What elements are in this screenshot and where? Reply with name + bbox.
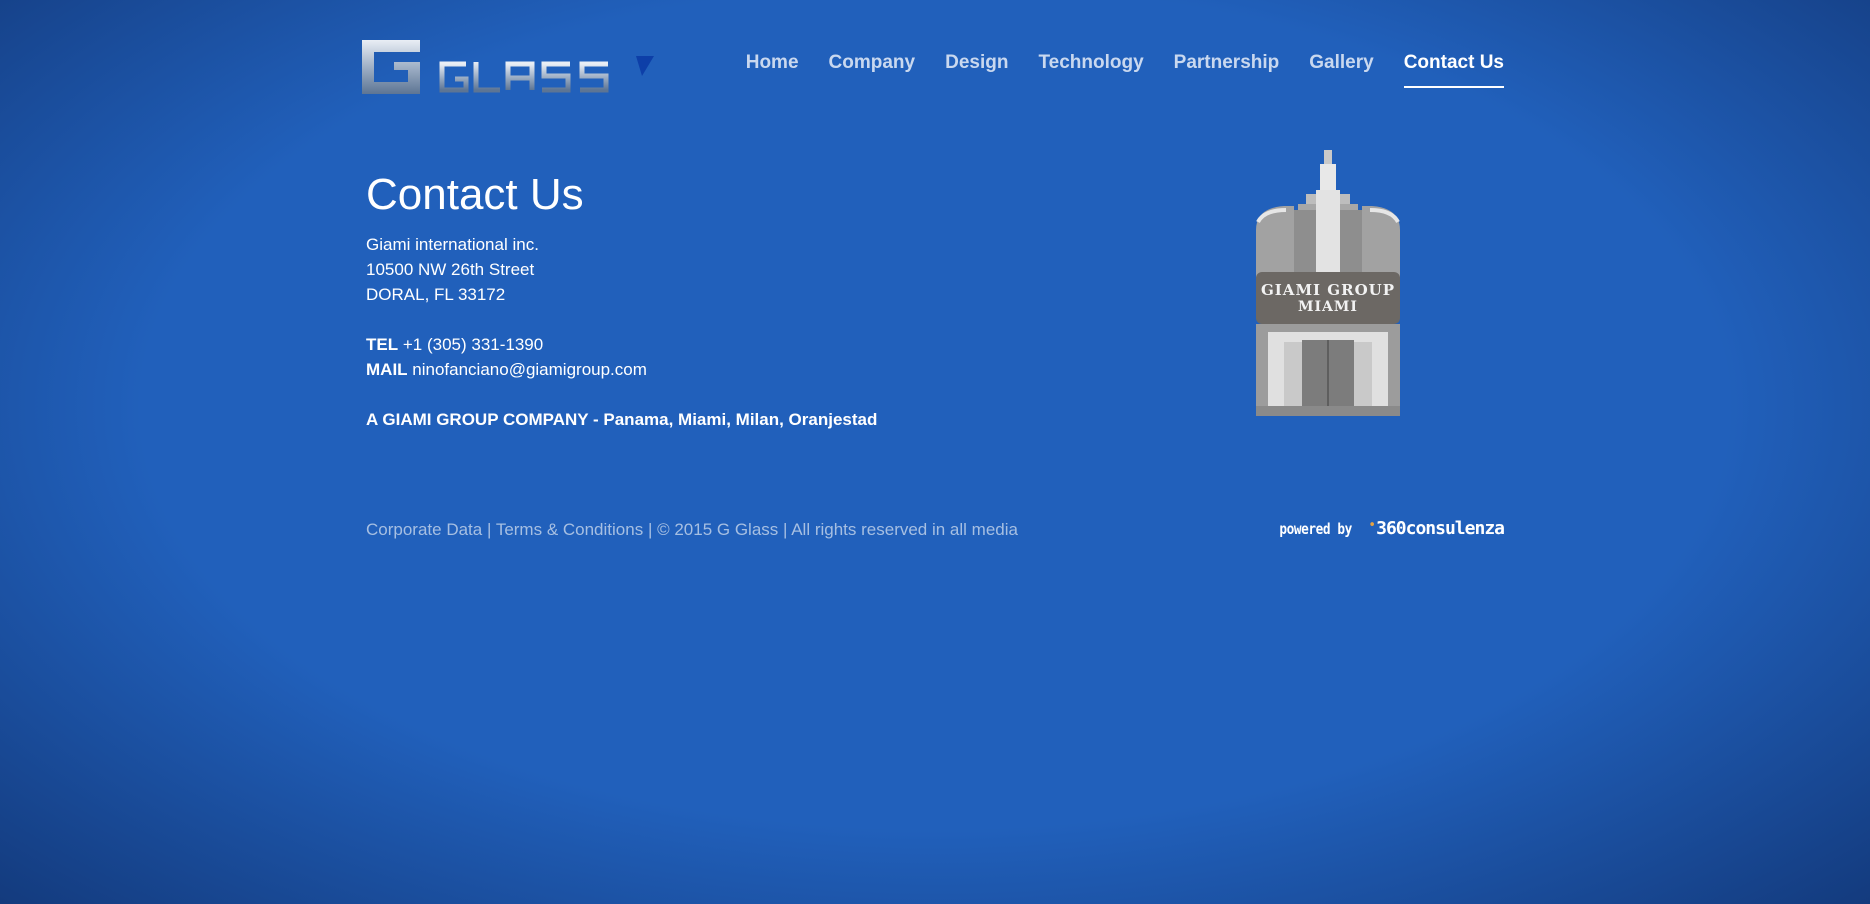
tel-label: TEL <box>366 335 399 354</box>
nav-partnership[interactable]: Partnership <box>1174 52 1280 88</box>
company-name: Giami international inc. <box>366 235 539 254</box>
nav-company[interactable]: Company <box>829 52 916 88</box>
page-container: Home Company Design Technology Partnersh… <box>358 0 1505 904</box>
agency-name: 360consulenza <box>1376 518 1505 539</box>
powered-by-label: powered by <box>1279 520 1353 538</box>
building-sign-line1: GIAMI GROUP <box>1261 281 1395 299</box>
contact-info: Giami international inc. 10500 NW 26th S… <box>366 232 877 432</box>
address-city: DORAL, FL 33172 <box>366 285 506 304</box>
copyright-text: © 2015 G Glass | All rights reserved in … <box>657 520 1018 539</box>
footer-links: Corporate Data | Terms & Conditions | © … <box>366 520 1018 539</box>
group-line: A GIAMI GROUP COMPANY - Panama, Miami, M… <box>366 410 878 429</box>
gglass-logo[interactable] <box>358 38 654 96</box>
address-street: 10500 NW 26th Street <box>366 260 535 279</box>
360-dot-icon: • <box>1368 518 1377 533</box>
tel-value[interactable]: +1 (305) 331-1390 <box>403 335 543 354</box>
mail-value[interactable]: ninofanciano@giamigroup.com <box>412 360 647 379</box>
main-nav: Home Company Design Technology Partnersh… <box>746 52 1504 88</box>
nav-design[interactable]: Design <box>945 52 1008 88</box>
giami-building-logo: GIAMI GROUP MIAMI <box>1256 150 1400 416</box>
nav-contact-us[interactable]: Contact Us <box>1403 52 1504 88</box>
terms-link[interactable]: Terms & Conditions <box>496 520 643 539</box>
powered-by-360consulenza[interactable]: powered by •360consulenza <box>1273 518 1505 539</box>
building-sign-line2: MIAMI <box>1298 299 1358 315</box>
nav-home[interactable]: Home <box>746 52 799 88</box>
corporate-data-link[interactable]: Corporate Data <box>366 520 482 539</box>
mail-label: MAIL <box>366 360 408 379</box>
nav-gallery[interactable]: Gallery <box>1309 52 1373 88</box>
tel-line: TEL +1 (305) 331-1390 <box>366 332 877 357</box>
mail-line: MAIL ninofanciano@giamigroup.com <box>366 357 877 382</box>
page-title: Contact Us <box>366 170 584 219</box>
nav-technology[interactable]: Technology <box>1038 52 1143 88</box>
